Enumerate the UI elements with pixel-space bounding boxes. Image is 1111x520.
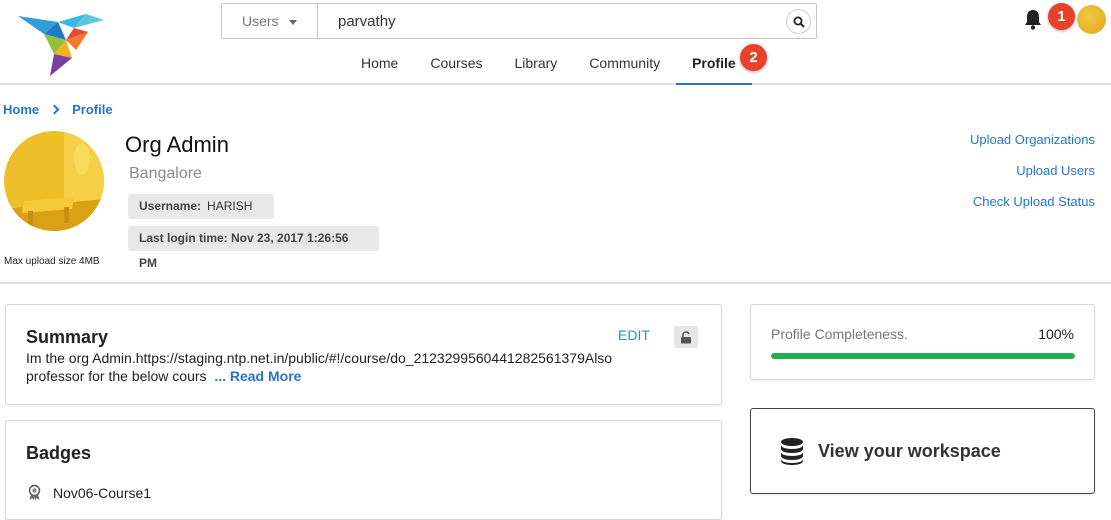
- summary-text: Im the org Admin.https://staging.ntp.net…: [26, 349, 626, 385]
- completeness-progress-track: [771, 353, 1075, 359]
- upload-size-note: Max upload size 4MB: [4, 256, 100, 267]
- nav-item-library[interactable]: Library: [499, 43, 574, 85]
- summary-title: Summary: [26, 327, 109, 347]
- step-marker-2: 2: [740, 44, 767, 71]
- nav-item-courses[interactable]: Courses: [414, 43, 498, 85]
- breadcrumb-home[interactable]: Home: [3, 102, 39, 117]
- badge-name: Nov06-Course1: [53, 484, 152, 501]
- privacy-lock-button[interactable]: [674, 326, 698, 348]
- nav-item-profile[interactable]: Profile: [676, 43, 752, 85]
- summary-body: Im the org Admin.https://staging.ntp.net…: [26, 350, 613, 384]
- profile-completeness-card: Profile Completeness. 100%: [750, 304, 1095, 380]
- caret-down-icon: [288, 20, 297, 25]
- app-logo-icon[interactable]: [14, 10, 106, 78]
- search-scope-dropdown[interactable]: Users: [222, 4, 318, 38]
- step-marker-1: 1: [1048, 3, 1075, 30]
- section-divider: [0, 282, 1111, 284]
- bell-icon[interactable]: [1023, 8, 1043, 30]
- view-workspace-button[interactable]: View your workspace: [750, 408, 1095, 494]
- read-more-link[interactable]: ... Read More: [214, 368, 301, 384]
- main-nav: Home Courses Library Community Profile: [345, 43, 752, 85]
- top-header: Users Home Courses Library Community Pro…: [0, 0, 1111, 85]
- nav-item-community[interactable]: Community: [573, 43, 676, 85]
- search-icon: [793, 16, 805, 28]
- nav-item-home[interactable]: Home: [345, 43, 414, 85]
- search-input[interactable]: [318, 4, 816, 38]
- upload-users-link[interactable]: Upload Users: [1016, 163, 1095, 178]
- last-login-chip: Last login time: Nov 23, 2017 1:26:56 PM: [128, 226, 379, 270]
- badge-item[interactable]: Nov06-Course1: [26, 484, 151, 501]
- badges-title: Badges: [26, 443, 92, 463]
- completeness-progress-fill: [771, 353, 1075, 359]
- workspace-label: View your workspace: [818, 440, 1001, 461]
- username-value: HARISH: [207, 199, 253, 213]
- completeness-value: 100%: [1038, 326, 1074, 342]
- summary-edit-button[interactable]: EDIT: [618, 327, 650, 343]
- check-upload-status-link[interactable]: Check Upload Status: [973, 194, 1095, 209]
- user-avatar[interactable]: [1077, 5, 1106, 34]
- profile-location: Bangalore: [129, 165, 202, 182]
- database-icon: [781, 438, 803, 465]
- chevron-right-icon: [49, 104, 60, 115]
- search-button[interactable]: [786, 9, 811, 34]
- breadcrumb: Home Profile: [3, 102, 113, 117]
- search-scope-label: Users: [242, 13, 279, 29]
- badges-card: Badges Nov06-Course1: [5, 420, 722, 520]
- breadcrumb-profile[interactable]: Profile: [72, 102, 112, 117]
- badge-ribbon-icon: [28, 484, 41, 501]
- unlock-icon: [681, 330, 691, 343]
- profile-name: Org Admin: [125, 132, 229, 157]
- username-chip: Username: HARISH: [128, 194, 274, 219]
- profile-avatar[interactable]: [4, 131, 104, 231]
- summary-card: Summary EDIT Im the org Admin.https://st…: [5, 304, 722, 405]
- completeness-label: Profile Completeness.: [771, 326, 908, 342]
- search-bar: Users: [221, 3, 817, 39]
- upload-organizations-link[interactable]: Upload Organizations: [970, 132, 1095, 147]
- username-label: Username:: [139, 199, 202, 213]
